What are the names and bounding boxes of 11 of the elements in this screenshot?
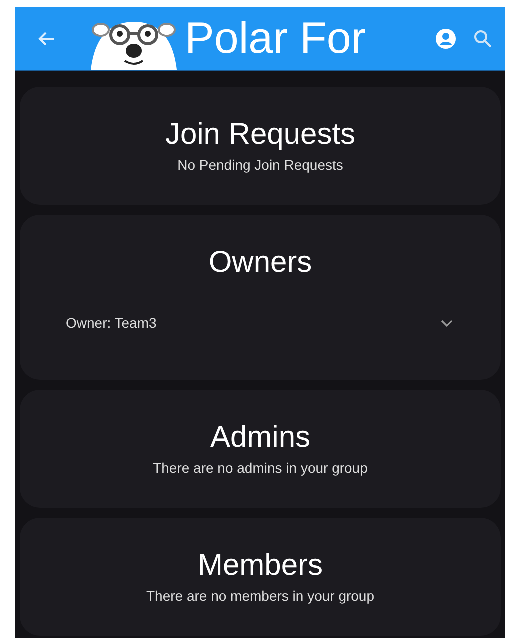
empty-message: There are no admins in your group: [153, 460, 368, 476]
account-icon[interactable]: [435, 28, 457, 50]
empty-message: There are no members in your group: [146, 588, 374, 604]
empty-message: No Pending Join Requests: [178, 157, 344, 173]
section-title: Admins: [210, 420, 311, 456]
search-icon[interactable]: [473, 28, 493, 48]
section-title: Members: [198, 548, 324, 584]
app-title: Polar For: [185, 14, 366, 64]
owner-expansion-tile[interactable]: Owner: Team3: [66, 303, 455, 343]
section-title: Owners: [208, 245, 312, 281]
section-title: Join Requests: [165, 117, 356, 153]
